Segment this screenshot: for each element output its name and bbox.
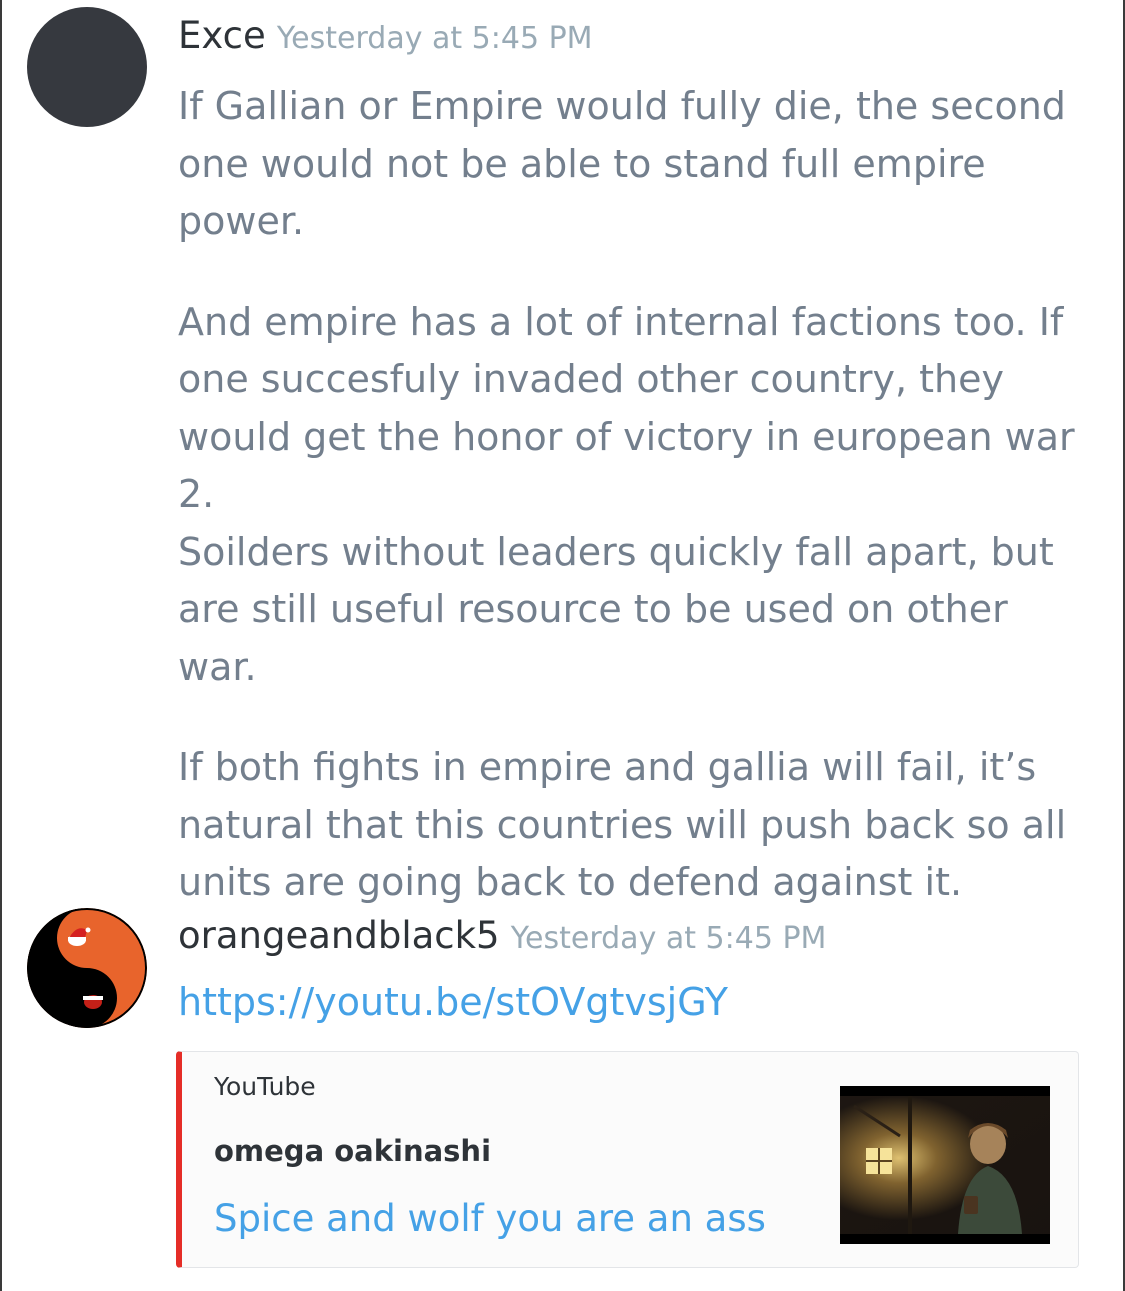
- message-paragraph-1: If Gallian or Empire would fully die, th…: [178, 84, 1066, 243]
- video-thumbnail[interactable]: [840, 1086, 1050, 1244]
- message-link[interactable]: https://youtu.be/stOVgtvsjGY: [178, 980, 728, 1024]
- yin-yang-santa-hat-icon: [27, 908, 147, 1028]
- username-exce[interactable]: Exce: [178, 14, 266, 57]
- message-timestamp: Yesterday at 5:45 PM: [510, 921, 827, 956]
- user-avatar-exce[interactable]: [27, 7, 147, 127]
- username-orangeandblack5[interactable]: orangeandblack5: [178, 914, 500, 957]
- embed-title-link[interactable]: Spice and wolf you are an ass: [214, 1197, 766, 1240]
- message-paragraph-3: Soilders without leaders quickly fall ap…: [178, 529, 1054, 689]
- message-paragraph-2: And empire has a lot of internal faction…: [178, 299, 1075, 517]
- link-embed: YouTube omega oakinashi Spice and wolf y…: [176, 1051, 1079, 1268]
- embed-author[interactable]: omega oakinashi: [214, 1134, 491, 1168]
- message-paragraph-4: If both fights in empire and gallia will…: [178, 745, 1067, 904]
- message-header: orangeandblack5 Yesterday at 5:45 PM: [178, 914, 826, 957]
- user-avatar-orangeandblack5[interactable]: [27, 908, 147, 1028]
- message-content: If Gallian or Empire would fully die, th…: [178, 78, 1088, 912]
- window-frame-left: [0, 0, 2, 1291]
- video-thumbnail-icon: [840, 1086, 1050, 1244]
- embed-provider[interactable]: YouTube: [214, 1072, 316, 1101]
- message-timestamp: Yesterday at 5:45 PM: [276, 21, 593, 56]
- message-header: Exce Yesterday at 5:45 PM: [178, 14, 593, 57]
